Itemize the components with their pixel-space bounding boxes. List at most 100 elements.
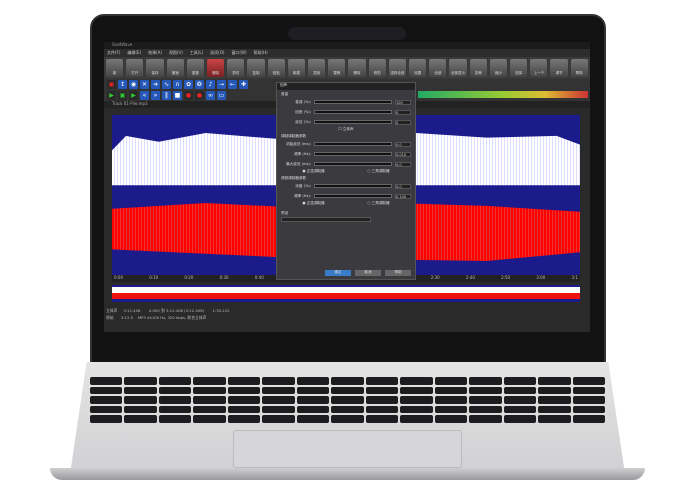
toolbar-button[interactable]: 重做 <box>186 59 205 77</box>
play-end-icon[interactable]: ▶ <box>129 91 138 100</box>
toolbar-button[interactable]: 替换 <box>328 59 346 77</box>
slider[interactable] <box>314 120 392 124</box>
toolbar-button[interactable]: 修剪 <box>368 59 386 77</box>
menu-window[interactable]: 窗口(W) <box>231 50 246 56</box>
slider-row: 频率 (Hz): 0.010 <box>281 149 411 159</box>
stop-icon[interactable]: ■ <box>173 91 182 100</box>
monitor-icon[interactable]: ▭ <box>217 91 226 100</box>
slider[interactable] <box>314 162 392 166</box>
doppler-icon[interactable]: ◉ <box>129 80 138 89</box>
toolbar-button[interactable]: 选择全部 <box>388 59 407 77</box>
toolbar-button[interactable]: 调节 <box>550 59 568 77</box>
screen: GoldWave 文件(F) 编辑(E) 效果(A) 视图(V) 工具(L) 选… <box>104 42 590 332</box>
slider-row: 深度 (%): 0.0 <box>281 181 411 191</box>
toolbar-button[interactable]: 删除 <box>207 59 225 77</box>
slider[interactable] <box>314 184 392 188</box>
menu-view[interactable]: 视图(V) <box>169 50 183 56</box>
loop-icon[interactable]: ∩ <box>173 80 182 89</box>
curve-icon[interactable]: ∿ <box>162 80 171 89</box>
radio-sine[interactable]: ● 正弦调制器 <box>302 169 324 174</box>
key <box>331 377 364 385</box>
toolbar-button[interactable]: 撤销 <box>166 59 184 77</box>
menu-options[interactable]: 选项(O) <box>210 50 224 56</box>
fade-in-icon[interactable]: ➜ <box>151 80 160 89</box>
slider-value[interactable]: 0.010 <box>395 151 411 157</box>
title-bar: GoldWave <box>104 42 590 49</box>
rewind-icon[interactable]: « <box>140 91 149 100</box>
toolbar-button[interactable]: 全部显示 <box>449 59 467 77</box>
slider-row: 衰减 (%): 100 <box>281 97 411 107</box>
key <box>227 377 261 385</box>
toolbar-button[interactable]: 删除 <box>348 59 366 77</box>
menu-effects[interactable]: 效果(A) <box>148 50 162 56</box>
toolbar-button[interactable]: 缩小 <box>489 59 508 77</box>
status-length: 3:12.408 <box>123 308 141 313</box>
key <box>400 386 433 395</box>
overview-waveform[interactable] <box>112 285 580 302</box>
slider-row: 回音 (%): 0 <box>281 107 411 117</box>
menu-tools[interactable]: 工具(L) <box>190 50 203 56</box>
preset-select[interactable] <box>281 217 371 222</box>
slider-row: 初始延迟 (ms): 0.0 <box>281 139 411 149</box>
toolbar-button[interactable]: 新 <box>106 59 124 77</box>
toolbar-button[interactable]: 保存 <box>146 59 164 77</box>
checkbox-label: 立体声 <box>342 127 354 131</box>
fast-forward-icon[interactable]: » <box>151 91 160 100</box>
filter-icon[interactable]: ✕ <box>140 80 149 89</box>
radio-triangle[interactable]: ○ 三角调制器 <box>367 201 389 206</box>
menu-file[interactable]: 文件(F) <box>107 50 120 56</box>
play-selection-icon[interactable]: ▣ <box>118 91 127 100</box>
slider[interactable] <box>314 100 392 104</box>
pause-icon[interactable]: ‖ <box>162 91 171 100</box>
slider-value[interactable]: 0.0 <box>395 141 411 147</box>
color-icon[interactable]: ❂ <box>195 80 204 89</box>
time-tick: 0:00 <box>114 275 123 280</box>
slider[interactable] <box>314 194 392 198</box>
slider-value[interactable]: 0.0 <box>395 161 411 167</box>
key <box>434 415 468 423</box>
gear-icon[interactable]: ✿ <box>184 80 193 89</box>
slider[interactable] <box>314 142 392 146</box>
radio-triangle[interactable]: ○ 三角调制器 <box>367 169 389 174</box>
key <box>158 377 192 385</box>
slider[interactable] <box>314 110 392 114</box>
record-icon[interactable]: ● <box>184 91 193 100</box>
play-icon[interactable]: ▶ <box>107 91 116 100</box>
key <box>90 396 123 404</box>
toolbar-button[interactable]: 粘贴 <box>267 59 285 77</box>
ok-button[interactable]: 确定 <box>325 270 351 276</box>
pitch-icon[interactable]: ♪ <box>206 80 215 89</box>
menu-edit[interactable]: 编辑(E) <box>127 50 141 56</box>
toolbar-button[interactable]: 剪切 <box>227 59 245 77</box>
toolbar-button[interactable]: 上一个 <box>530 59 548 77</box>
menu-help[interactable]: 帮助(H) <box>254 50 268 56</box>
resize-icon[interactable]: ↕ <box>118 80 127 89</box>
radio-sine[interactable]: ● 正弦调制器 <box>302 201 324 206</box>
time-tick: 2:30 <box>430 275 440 280</box>
toolbar-button[interactable]: 新建 <box>287 59 306 77</box>
cancel-button[interactable]: 取消 <box>355 270 381 276</box>
loop-icon[interactable]: ∞ <box>206 91 215 100</box>
key <box>538 386 571 395</box>
toolbar-button[interactable]: 复制 <box>247 59 265 77</box>
slider-value[interactable]: 100 <box>395 99 411 105</box>
key <box>503 386 537 395</box>
slider[interactable] <box>314 152 392 156</box>
slider-value[interactable]: 0.100 <box>395 193 411 199</box>
slider-value[interactable]: 0 <box>395 109 411 115</box>
arrow-right-icon[interactable]: → <box>217 80 226 89</box>
toolbar-button[interactable]: 帮助 <box>570 59 588 77</box>
toolbar-button[interactable]: 选择 <box>510 59 528 77</box>
help-button[interactable]: 帮助 <box>385 270 411 276</box>
toolbar-button[interactable]: 打开 <box>126 59 144 77</box>
record-selection-icon[interactable]: ● <box>195 91 204 100</box>
toolbar-button[interactable]: 混音 <box>308 59 326 77</box>
toolbar-button[interactable]: 变焦 <box>469 59 487 77</box>
arrow-left-icon[interactable]: ← <box>228 80 237 89</box>
slider-value[interactable]: 0.0 <box>395 183 411 189</box>
slider-value[interactable]: 0 <box>395 119 411 125</box>
toolbar-button[interactable]: 全部 <box>429 59 447 77</box>
record-icon[interactable]: ▣ <box>107 80 116 89</box>
plus-icon[interactable]: ✚ <box>239 80 248 89</box>
toolbar-button[interactable]: 设置 <box>409 59 427 77</box>
